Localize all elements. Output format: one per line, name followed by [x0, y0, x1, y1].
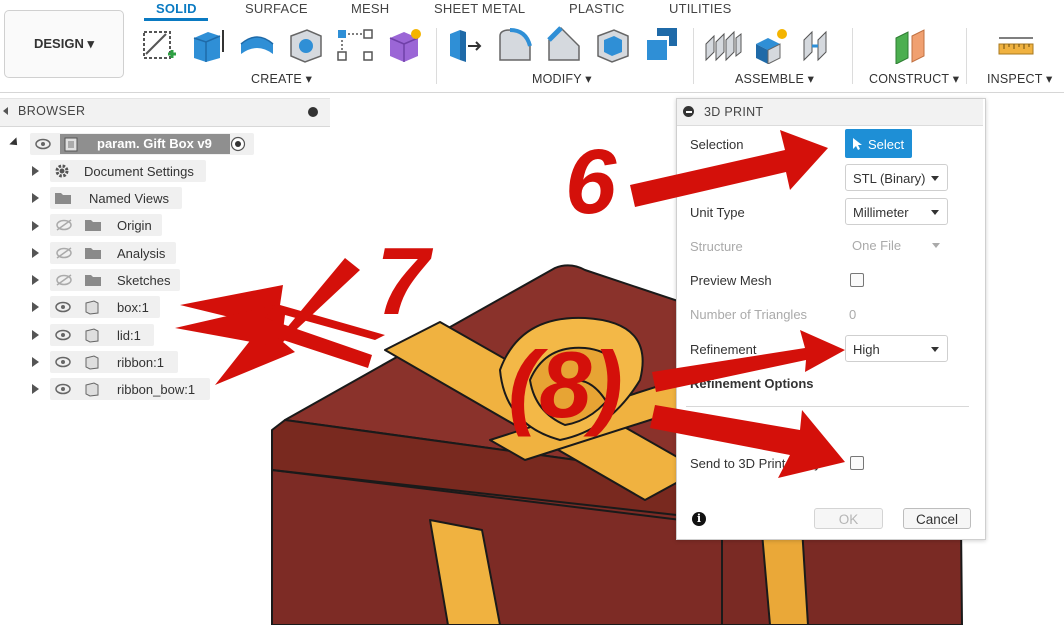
annotation-number-8: (8) [508, 332, 623, 437]
annotation-number-7: 7 [376, 228, 430, 335]
annotation-arrow [652, 330, 845, 392]
annotation-arrow [630, 130, 828, 207]
annotation-number-6: 6 [565, 131, 617, 233]
annotation-arrow [650, 405, 845, 478]
annotation-arrows [175, 130, 845, 478]
